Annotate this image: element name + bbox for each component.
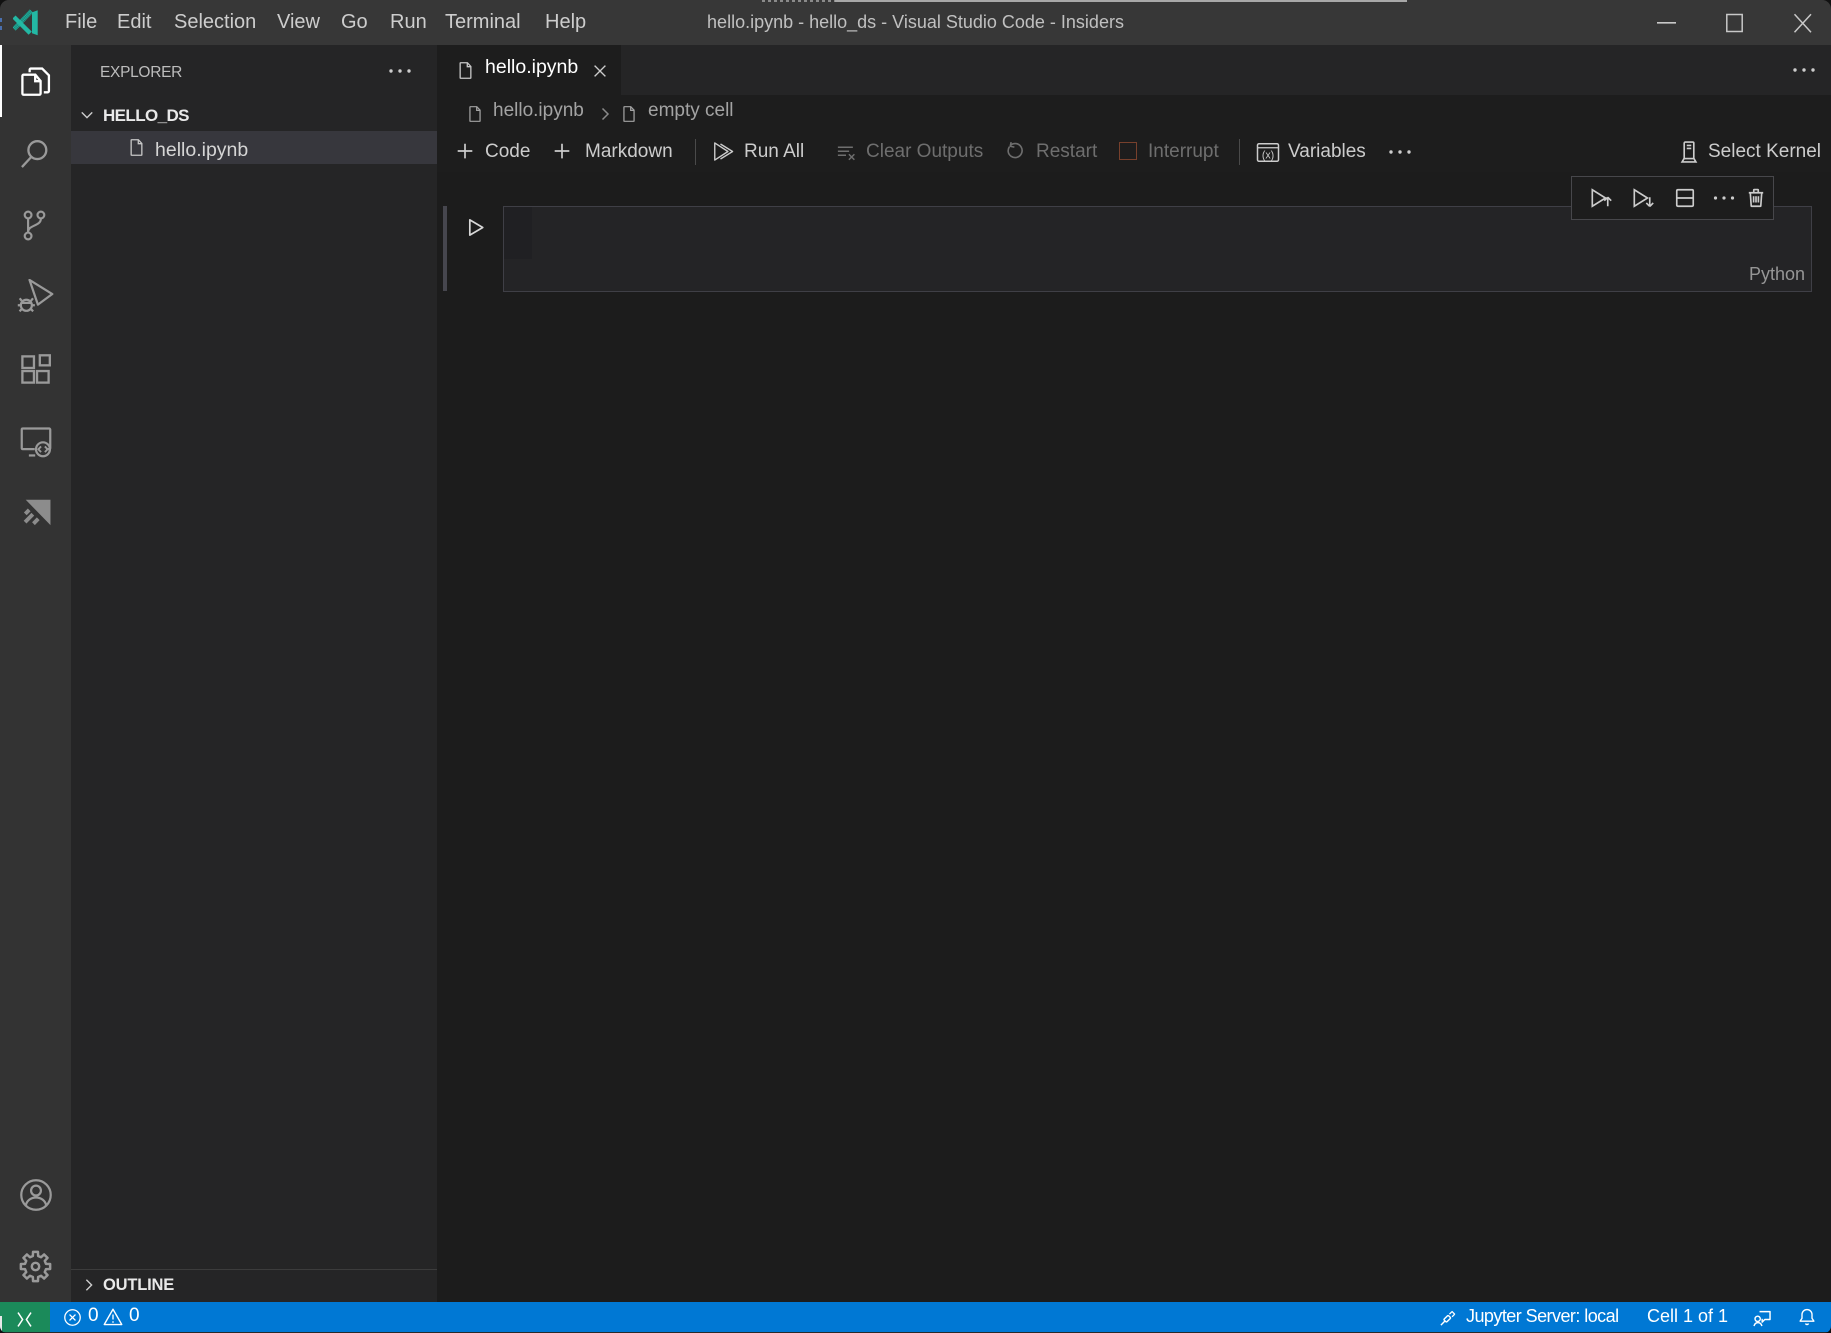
svg-text:(x): (x) (1262, 150, 1274, 162)
